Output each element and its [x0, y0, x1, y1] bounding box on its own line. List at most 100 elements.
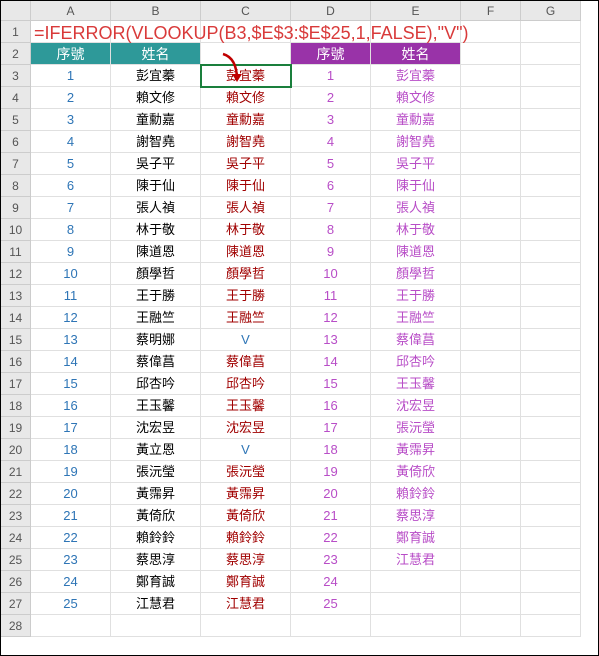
- row-header[interactable]: 8: [1, 175, 31, 197]
- cell-D10[interactable]: 8: [291, 219, 371, 241]
- cell-G9[interactable]: [521, 197, 581, 219]
- cell-G17[interactable]: [521, 373, 581, 395]
- cell-A21[interactable]: 19: [31, 461, 111, 483]
- cell-A17[interactable]: 15: [31, 373, 111, 395]
- cell-G5[interactable]: [521, 109, 581, 131]
- cell-D2[interactable]: 序號: [291, 43, 371, 65]
- cell-B18[interactable]: 王玉馨: [111, 395, 201, 417]
- cell-E25[interactable]: 江慧君: [371, 549, 461, 571]
- row-header[interactable]: 27: [1, 593, 31, 615]
- cell-B14[interactable]: 王融竺: [111, 307, 201, 329]
- col-header[interactable]: G: [521, 1, 581, 21]
- cell-C25[interactable]: 蔡思淳: [201, 549, 291, 571]
- cell-B5[interactable]: 童勳嘉: [111, 109, 201, 131]
- cell-A25[interactable]: 23: [31, 549, 111, 571]
- cell-E10[interactable]: 林于敬: [371, 219, 461, 241]
- cell-B8[interactable]: 陳于仙: [111, 175, 201, 197]
- cell-G14[interactable]: [521, 307, 581, 329]
- row-header[interactable]: 10: [1, 219, 31, 241]
- cell-F5[interactable]: [461, 109, 521, 131]
- cell-F1[interactable]: [461, 21, 521, 43]
- cell-C12[interactable]: 顏學哲: [201, 263, 291, 285]
- cell-A27[interactable]: 25: [31, 593, 111, 615]
- cell-G10[interactable]: [521, 219, 581, 241]
- cell-D5[interactable]: 3: [291, 109, 371, 131]
- cell-E16[interactable]: 邱杏吟: [371, 351, 461, 373]
- cell-C23[interactable]: 黃倚欣: [201, 505, 291, 527]
- row-header[interactable]: 1: [1, 21, 31, 43]
- cell-E26[interactable]: [371, 571, 461, 593]
- cell-C28[interactable]: [201, 615, 291, 637]
- cell-C14[interactable]: 王融竺: [201, 307, 291, 329]
- cell-B11[interactable]: 陳道恩: [111, 241, 201, 263]
- row-header[interactable]: 24: [1, 527, 31, 549]
- cell-G11[interactable]: [521, 241, 581, 263]
- cell-G27[interactable]: [521, 593, 581, 615]
- cell-D25[interactable]: 23: [291, 549, 371, 571]
- col-header[interactable]: E: [371, 1, 461, 21]
- cell-G16[interactable]: [521, 351, 581, 373]
- cell-A5[interactable]: 3: [31, 109, 111, 131]
- cell-G1[interactable]: [521, 21, 581, 43]
- col-header[interactable]: C: [201, 1, 291, 21]
- cell-F8[interactable]: [461, 175, 521, 197]
- cell-D7[interactable]: 5: [291, 153, 371, 175]
- cell-G22[interactable]: [521, 483, 581, 505]
- row-header[interactable]: 26: [1, 571, 31, 593]
- cell-E20[interactable]: 黃霈昇: [371, 439, 461, 461]
- cell-A26[interactable]: 24: [31, 571, 111, 593]
- cell-F3[interactable]: [461, 65, 521, 87]
- cell-B15[interactable]: 蔡明娜: [111, 329, 201, 351]
- cell-C8[interactable]: 陳于仙: [201, 175, 291, 197]
- cell-F18[interactable]: [461, 395, 521, 417]
- cell-C6[interactable]: 謝智堯: [201, 131, 291, 153]
- cell-F16[interactable]: [461, 351, 521, 373]
- row-header[interactable]: 12: [1, 263, 31, 285]
- row-header[interactable]: 21: [1, 461, 31, 483]
- cell-G12[interactable]: [521, 263, 581, 285]
- cell-E11[interactable]: 陳道恩: [371, 241, 461, 263]
- cell-D8[interactable]: 6: [291, 175, 371, 197]
- cell-G21[interactable]: [521, 461, 581, 483]
- cell-E21[interactable]: 黃倚欣: [371, 461, 461, 483]
- row-header[interactable]: 3: [1, 65, 31, 87]
- cell-B22[interactable]: 黃霈昇: [111, 483, 201, 505]
- cell-G6[interactable]: [521, 131, 581, 153]
- col-header[interactable]: D: [291, 1, 371, 21]
- cell-B12[interactable]: 顏學哲: [111, 263, 201, 285]
- cell-E22[interactable]: 賴鈴鈴: [371, 483, 461, 505]
- cell-F9[interactable]: [461, 197, 521, 219]
- cell-F14[interactable]: [461, 307, 521, 329]
- cell-F19[interactable]: [461, 417, 521, 439]
- cell-F25[interactable]: [461, 549, 521, 571]
- cell-A28[interactable]: [31, 615, 111, 637]
- col-header[interactable]: A: [31, 1, 111, 21]
- row-header[interactable]: 2: [1, 43, 31, 65]
- cell-D11[interactable]: 9: [291, 241, 371, 263]
- cell-B23[interactable]: 黃倚欣: [111, 505, 201, 527]
- cell-F23[interactable]: [461, 505, 521, 527]
- col-header[interactable]: B: [111, 1, 201, 21]
- row-header[interactable]: 4: [1, 87, 31, 109]
- cell-F26[interactable]: [461, 571, 521, 593]
- cell-F7[interactable]: [461, 153, 521, 175]
- cell-B9[interactable]: 張人禎: [111, 197, 201, 219]
- cell-B2[interactable]: 姓名: [111, 43, 201, 65]
- cell-D17[interactable]: 15: [291, 373, 371, 395]
- cell-C15[interactable]: V: [201, 329, 291, 351]
- cell-F17[interactable]: [461, 373, 521, 395]
- cell-D21[interactable]: 19: [291, 461, 371, 483]
- cell-G28[interactable]: [521, 615, 581, 637]
- row-header[interactable]: 15: [1, 329, 31, 351]
- cell-B28[interactable]: [111, 615, 201, 637]
- cell-D22[interactable]: 20: [291, 483, 371, 505]
- row-header[interactable]: 25: [1, 549, 31, 571]
- cell-B27[interactable]: 江慧君: [111, 593, 201, 615]
- cell-E28[interactable]: [371, 615, 461, 637]
- cell-E17[interactable]: 王玉馨: [371, 373, 461, 395]
- cell-G7[interactable]: [521, 153, 581, 175]
- spreadsheet-grid[interactable]: ABCDEFG12序號姓名序號姓名31彭宜蓁彭宜蓁1彭宜蓁42賴文修賴文修2賴文…: [1, 1, 598, 637]
- cell-C26[interactable]: 鄭育誠: [201, 571, 291, 593]
- cell-F28[interactable]: [461, 615, 521, 637]
- cell-A12[interactable]: 10: [31, 263, 111, 285]
